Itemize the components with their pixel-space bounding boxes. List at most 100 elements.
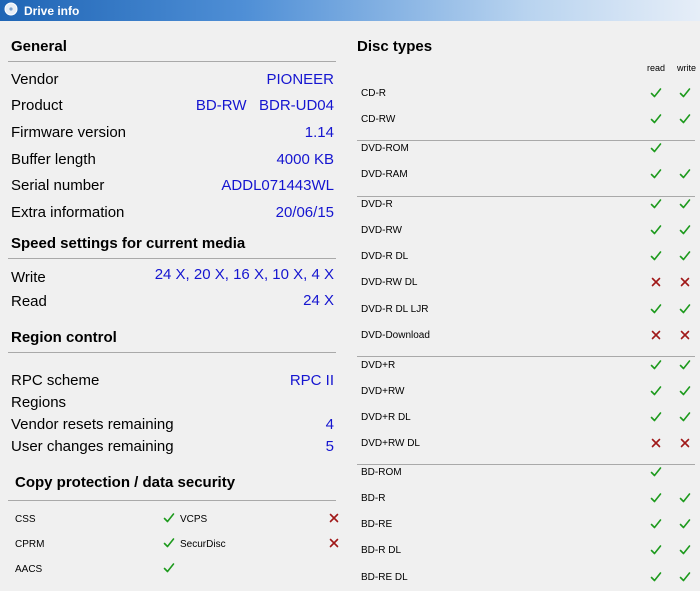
cprm-label: CPRM bbox=[15, 539, 45, 550]
check-icon bbox=[650, 384, 662, 396]
check-icon bbox=[679, 410, 691, 422]
check-icon bbox=[650, 358, 662, 370]
disc-type-label: DVD+RW DL bbox=[361, 438, 420, 449]
disc-type-label: DVD-R bbox=[361, 199, 393, 210]
divider bbox=[8, 500, 336, 501]
disc-type-label: BD-RE DL bbox=[361, 572, 408, 583]
serial-label: Serial number bbox=[11, 177, 105, 194]
disc-type-label: CD-R bbox=[361, 88, 386, 99]
cross-icon bbox=[650, 436, 662, 448]
check-icon bbox=[650, 141, 662, 153]
disc-type-label: DVD+R DL bbox=[361, 412, 411, 423]
disc-type-label: CD-RW bbox=[361, 114, 396, 125]
disc-type-label: DVD-ROM bbox=[361, 143, 409, 154]
cross-icon bbox=[679, 275, 691, 287]
rpc-scheme-value: RPC II bbox=[289, 372, 334, 389]
buffer-value: 4000 KB bbox=[276, 151, 334, 168]
divider bbox=[8, 61, 336, 62]
disc-type-label: BD-R bbox=[361, 493, 386, 504]
check-icon bbox=[679, 543, 691, 555]
product-value: BD-RW BDR-UD04 bbox=[195, 97, 334, 114]
rpc-scheme-label: RPC scheme bbox=[11, 372, 100, 389]
check-icon bbox=[650, 167, 662, 179]
product-label: Product bbox=[11, 97, 63, 114]
check-icon bbox=[679, 302, 691, 314]
user-changes-label: User changes remaining bbox=[11, 438, 174, 455]
firmware-value: 1.14 bbox=[304, 124, 334, 141]
write-column-header: write bbox=[677, 63, 697, 73]
check-icon bbox=[650, 86, 662, 98]
divider bbox=[357, 356, 695, 357]
divider bbox=[357, 140, 695, 141]
copy-protection-heading: Copy protection / data security bbox=[15, 474, 236, 491]
check-icon bbox=[650, 197, 662, 209]
write-speed-value: 24 X, 20 X, 16 X, 10 X, 4 X bbox=[154, 266, 334, 283]
check-icon bbox=[679, 86, 691, 98]
check-icon bbox=[679, 517, 691, 529]
disc-type-label: DVD-RW DL bbox=[361, 277, 418, 288]
title-bar: Drive info bbox=[0, 0, 700, 21]
check-icon bbox=[679, 223, 691, 235]
disc-types-heading: Disc types bbox=[357, 38, 433, 55]
check-icon bbox=[679, 167, 691, 179]
check-icon bbox=[679, 197, 691, 209]
check-icon bbox=[679, 570, 691, 582]
read-speed-value: 24 X bbox=[303, 292, 334, 309]
divider bbox=[357, 464, 695, 465]
check-icon bbox=[650, 491, 662, 503]
check-icon bbox=[679, 491, 691, 503]
check-icon bbox=[163, 511, 175, 523]
regions-label: Regions bbox=[11, 394, 67, 411]
speed-heading: Speed settings for current media bbox=[11, 235, 246, 252]
cross-icon bbox=[328, 536, 340, 548]
extra-info-value: 20/06/15 bbox=[275, 204, 334, 221]
cross-icon bbox=[679, 328, 691, 340]
disc-type-label: DVD-RAM bbox=[361, 169, 408, 180]
vendor-resets-value: 4 bbox=[325, 416, 334, 433]
disc-icon bbox=[4, 2, 18, 16]
firmware-label: Firmware version bbox=[11, 124, 127, 141]
disc-type-label: BD-RE bbox=[361, 519, 393, 530]
cross-icon bbox=[328, 511, 340, 523]
disc-type-label: BD-R DL bbox=[361, 545, 402, 556]
disc-type-label: DVD-R DL LJR bbox=[361, 304, 429, 315]
check-icon bbox=[650, 249, 662, 261]
check-icon bbox=[679, 112, 691, 124]
divider bbox=[8, 352, 336, 353]
disc-type-label: DVD-RW bbox=[361, 225, 402, 236]
vendor-label: Vendor bbox=[11, 71, 59, 88]
read-speed-label: Read bbox=[11, 293, 47, 310]
check-icon bbox=[650, 465, 662, 477]
check-icon bbox=[679, 384, 691, 396]
check-icon bbox=[650, 543, 662, 555]
cross-icon bbox=[650, 328, 662, 340]
disc-type-label: DVD+RW bbox=[361, 386, 405, 397]
general-heading: General bbox=[11, 38, 67, 55]
vendor-resets-label: Vendor resets remaining bbox=[11, 416, 174, 433]
user-changes-value: 5 bbox=[325, 438, 334, 455]
cross-icon bbox=[650, 275, 662, 287]
check-icon bbox=[650, 410, 662, 422]
window-title: Drive info bbox=[24, 4, 80, 18]
aacs-label: AACS bbox=[15, 564, 43, 575]
disc-type-label: DVD-R DL bbox=[361, 251, 409, 262]
check-icon bbox=[679, 249, 691, 261]
cross-icon bbox=[679, 436, 691, 448]
check-icon bbox=[650, 570, 662, 582]
disc-type-label: DVD+R bbox=[361, 360, 396, 371]
write-speed-label: Write bbox=[11, 269, 46, 286]
vcps-label: VCPS bbox=[180, 514, 208, 525]
region-heading: Region control bbox=[11, 329, 117, 346]
read-column-header: read bbox=[647, 63, 666, 73]
securdisc-label: SecurDisc bbox=[180, 539, 226, 550]
buffer-label: Buffer length bbox=[11, 151, 96, 168]
check-icon bbox=[163, 536, 175, 548]
check-icon bbox=[650, 112, 662, 124]
vendor-value: PIONEER bbox=[266, 71, 334, 88]
disc-type-label: BD-ROM bbox=[361, 467, 402, 478]
disc-type-label: DVD-Download bbox=[361, 330, 430, 341]
css-label: CSS bbox=[15, 514, 36, 525]
check-icon bbox=[163, 561, 175, 573]
serial-value: ADDL071443WL bbox=[221, 177, 334, 194]
divider bbox=[357, 196, 695, 197]
